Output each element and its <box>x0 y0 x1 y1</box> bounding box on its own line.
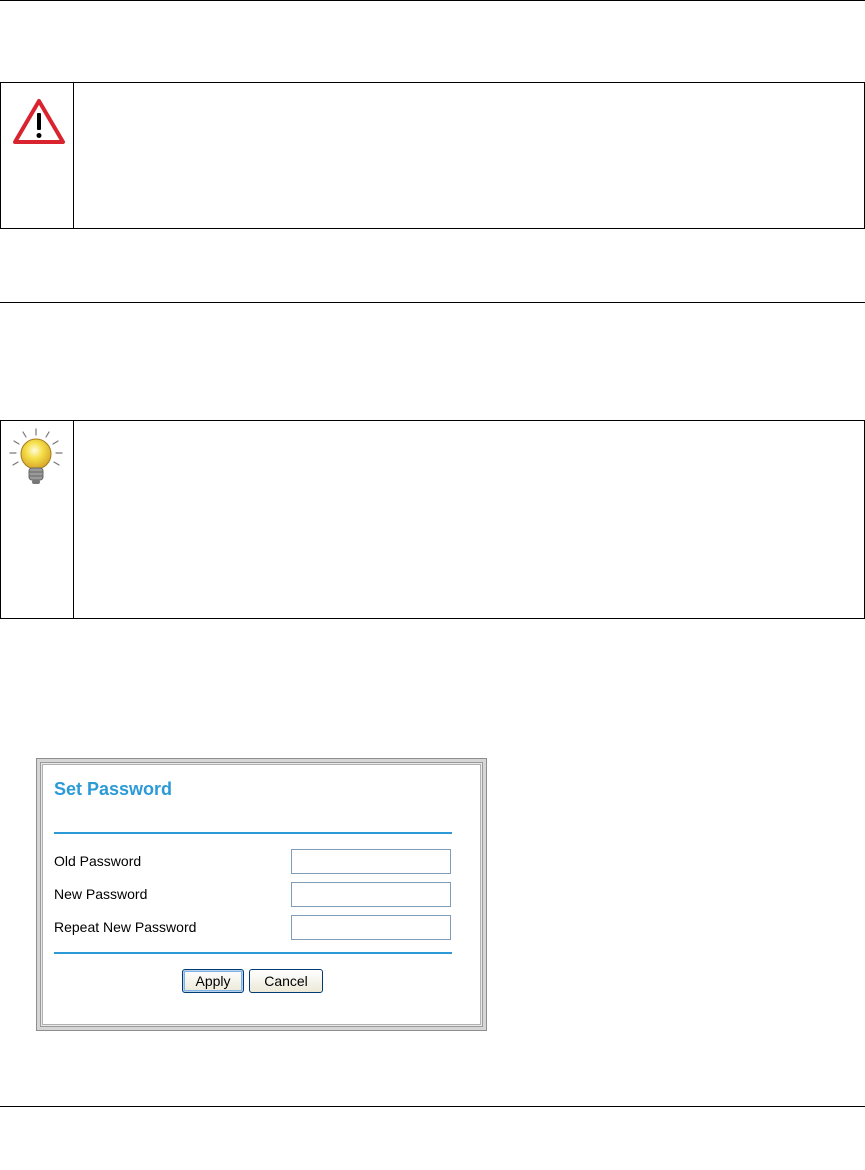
set-password-dialog: Set Password Old Password New Password R… <box>36 758 487 1031</box>
top-rule <box>0 0 865 1</box>
dialog-title: Set Password <box>54 779 173 799</box>
warning-note-box <box>0 82 865 229</box>
warning-triangle-icon <box>13 99 65 144</box>
dialog-separator-bottom <box>54 952 452 954</box>
warning-icon-cell <box>1 83 74 228</box>
repeat-new-password-input[interactable] <box>291 915 451 940</box>
lightbulb-icon <box>9 428 63 484</box>
old-password-label: Old Password <box>54 853 142 869</box>
bottom-rule <box>0 1106 865 1107</box>
old-password-input[interactable] <box>291 849 451 874</box>
dialog-panel: Set Password Old Password New Password R… <box>42 764 481 1025</box>
new-password-label: New Password <box>54 886 148 902</box>
cancel-button[interactable]: Cancel <box>249 969 323 993</box>
repeat-new-password-label: Repeat New Password <box>54 919 197 935</box>
tip-note-box <box>0 420 865 619</box>
section-rule <box>0 302 865 303</box>
dialog-separator-top <box>54 832 452 834</box>
new-password-input[interactable] <box>291 882 451 907</box>
apply-button[interactable]: Apply <box>182 969 244 993</box>
tip-icon-cell <box>1 421 74 618</box>
